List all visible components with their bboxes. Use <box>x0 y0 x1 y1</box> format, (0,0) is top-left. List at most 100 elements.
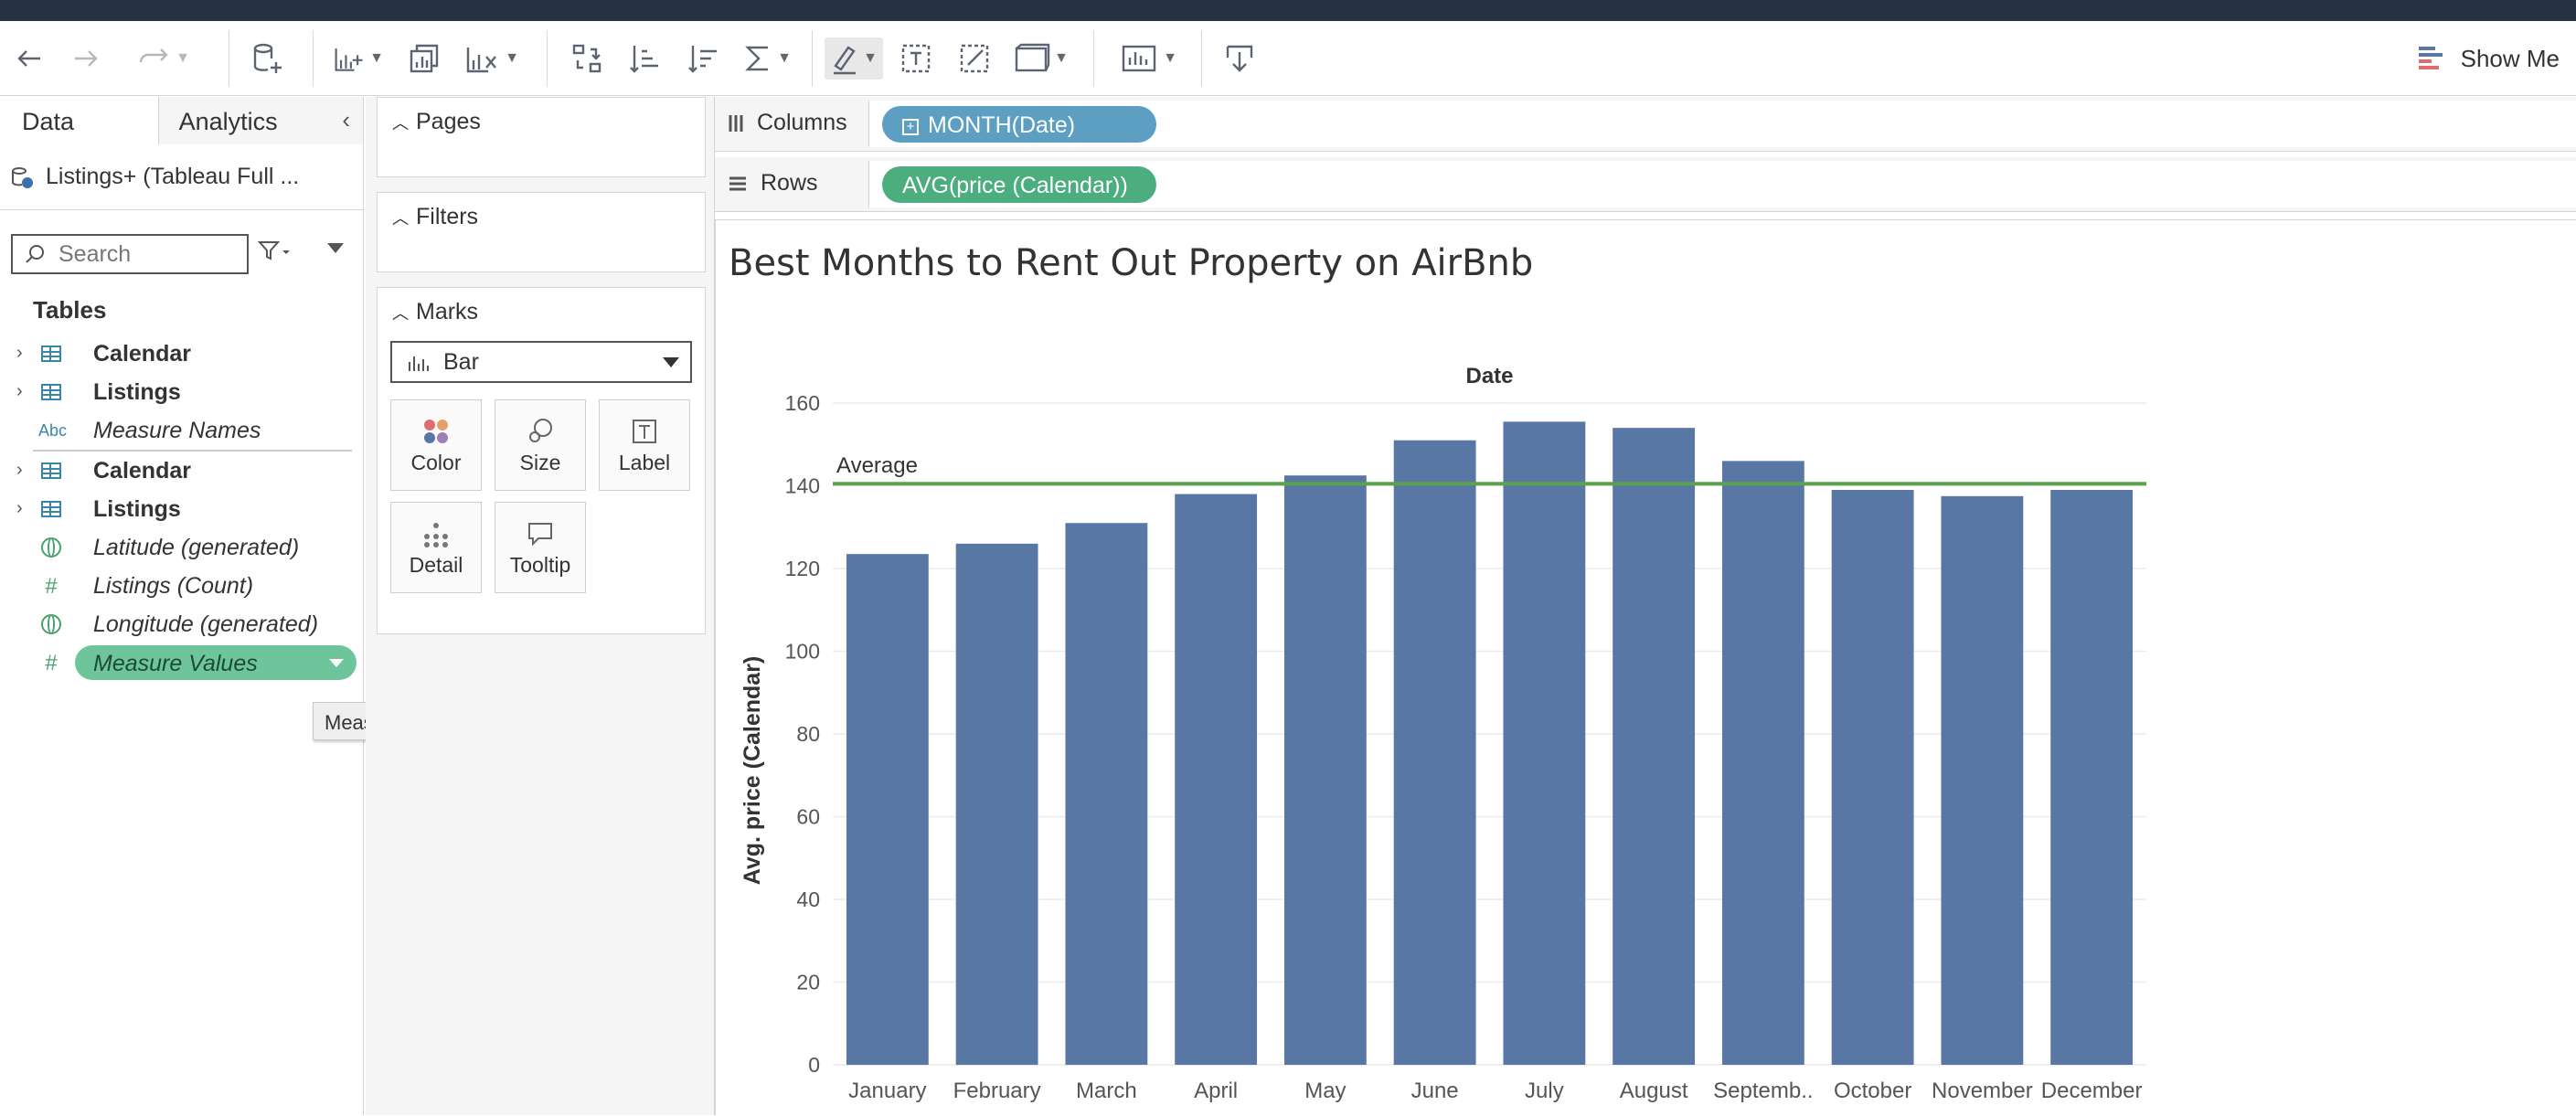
search-icon <box>26 245 44 263</box>
sort-ascending-icon[interactable] <box>625 37 665 80</box>
show-me-button[interactable]: Show Me <box>2417 37 2560 80</box>
field-listings-measures[interactable]: › Listings <box>0 490 363 528</box>
pane-menu-icon[interactable] <box>327 243 344 253</box>
tables-heading: Tables <box>33 296 107 324</box>
detail-button[interactable]: Detail <box>390 502 482 593</box>
highlight-icon[interactable]: ▼ <box>825 37 883 80</box>
undo-icon[interactable] <box>13 37 46 80</box>
table-icon <box>38 459 64 483</box>
fit-width-icon[interactable]: ▼ <box>1013 37 1070 80</box>
bar-chart-icon <box>409 356 429 371</box>
collapse-pane-icon[interactable]: ‹ <box>342 106 350 134</box>
bar-9 <box>1831 490 1914 1065</box>
toolbar-divider <box>313 30 314 87</box>
field-calendar-measures[interactable]: › Calendar <box>0 452 363 490</box>
swap-rows-columns-icon[interactable] <box>567 37 607 80</box>
color-icon <box>391 417 481 446</box>
datasource-name: Listings+ (Tableau Full ... <box>46 164 300 189</box>
datasource-item[interactable]: Listings+ (Tableau Full ... <box>0 144 363 210</box>
datasource-icon <box>9 165 35 190</box>
label-button[interactable]: Label <box>599 399 690 491</box>
field-calendar[interactable]: › Calendar <box>0 335 363 373</box>
show-me-icon <box>2418 47 2443 69</box>
avg-price-pill[interactable]: AVG(price (Calendar)) <box>882 166 1156 203</box>
pages-card[interactable]: ︿ Pages <box>377 97 706 177</box>
show-me-label: Show Me <box>2460 44 2560 72</box>
bar-1 <box>955 543 1038 1065</box>
marks-card: ︿ Marks Bar Color Size Label Detail Tool… <box>377 287 706 634</box>
field-measure-values[interactable]: # Measure Values <box>0 643 363 682</box>
expand-icon[interactable]: › <box>16 343 23 364</box>
y-tick-label: 140 <box>785 474 820 498</box>
filters-card[interactable]: ︿ Filters <box>377 192 706 272</box>
reference-line-label: Average <box>836 453 918 478</box>
search-row: Search <box>0 210 363 283</box>
field-measure-names[interactable]: Abc Measure Names <box>0 411 363 450</box>
tooltip-button[interactable]: Tooltip <box>495 502 586 593</box>
bar-4 <box>1283 475 1367 1065</box>
clear-sheet-icon[interactable]: ▼ <box>464 37 519 80</box>
new-datasource-icon[interactable] <box>247 37 287 80</box>
bar-0 <box>846 554 929 1065</box>
data-pane-tabs: Data Analytics ‹ <box>0 97 363 144</box>
expand-icon[interactable]: › <box>16 498 23 519</box>
rows-drop-area[interactable]: AVG(price (Calendar)) <box>868 161 2576 207</box>
field-label: Measure Values <box>93 651 258 676</box>
globe-icon <box>38 536 64 559</box>
mark-type-value: Bar <box>443 348 479 375</box>
table-icon <box>38 380 64 404</box>
pages-title[interactable]: ︿ Pages <box>378 98 705 142</box>
field-listings[interactable]: › Listings <box>0 373 363 411</box>
toolbar-divider <box>812 30 813 87</box>
filters-title[interactable]: ︿ Filters <box>378 193 705 237</box>
totals-icon[interactable]: ▼ <box>742 37 793 80</box>
marks-label: Marks <box>416 299 479 324</box>
expand-icon[interactable]: › <box>16 460 23 481</box>
y-tick-label: 100 <box>785 640 820 664</box>
bar-5 <box>1393 440 1476 1066</box>
mark-type-select[interactable]: Bar <box>390 341 692 383</box>
tab-data[interactable]: Data <box>0 97 159 144</box>
tab-analytics[interactable]: Analytics ‹ <box>158 97 363 144</box>
expand-plus-icon[interactable]: + <box>902 119 919 135</box>
format-workbook-icon[interactable] <box>956 37 993 80</box>
x-tick-label: Septemb.. <box>1713 1079 1813 1103</box>
window-title-bar <box>0 0 2576 21</box>
columns-label: Columns <box>757 110 847 135</box>
field-latitude[interactable]: Latitude (generated) <box>0 528 363 567</box>
tab-analytics-label: Analytics <box>178 108 278 135</box>
chevron-down-icon[interactable] <box>329 659 344 667</box>
size-button[interactable]: Size <box>495 399 586 491</box>
color-button[interactable]: Color <box>390 399 482 491</box>
field-label: Latitude (generated) <box>93 534 300 560</box>
show-mark-labels-icon[interactable] <box>898 37 934 80</box>
x-tick-label: February <box>953 1079 1041 1103</box>
field-listings-count[interactable]: # Listings (Count) <box>0 567 363 605</box>
columns-icon <box>729 114 743 132</box>
presentation-mode-icon[interactable]: ▼ <box>1117 37 1181 80</box>
new-worksheet-icon[interactable]: ▼ <box>333 37 384 80</box>
sort-descending-icon[interactable] <box>684 37 724 80</box>
bar-10 <box>1941 495 2024 1065</box>
marks-title[interactable]: ︿ Marks <box>378 288 705 332</box>
measure-values-pill[interactable]: Measure Values <box>75 645 357 680</box>
expand-icon[interactable]: › <box>16 381 23 402</box>
columns-shelf-label: Columns <box>728 110 874 136</box>
y-tick-label: 60 <box>796 805 820 829</box>
y-tick-label: 160 <box>785 391 820 415</box>
month-date-pill[interactable]: + MONTH(Date) <box>882 106 1156 143</box>
columns-drop-area[interactable]: + MONTH(Date) <box>868 101 2576 147</box>
field-longitude[interactable]: Longitude (generated) <box>0 605 363 643</box>
label-label: Label <box>618 451 671 474</box>
redo-icon[interactable] <box>69 37 102 80</box>
x-tick-label: June <box>1411 1079 1459 1103</box>
bar-7 <box>1613 428 1696 1065</box>
share-workbook-icon[interactable] <box>1221 37 1258 80</box>
hash-icon: # <box>45 651 58 675</box>
search-input[interactable]: Search <box>11 234 249 274</box>
y-tick-label: 40 <box>796 887 820 911</box>
duplicate-sheet-icon[interactable] <box>404 37 444 80</box>
filter-icon[interactable] <box>257 239 293 268</box>
hash-icon: # <box>45 574 58 599</box>
replay-icon[interactable]: ▼ <box>126 37 199 80</box>
